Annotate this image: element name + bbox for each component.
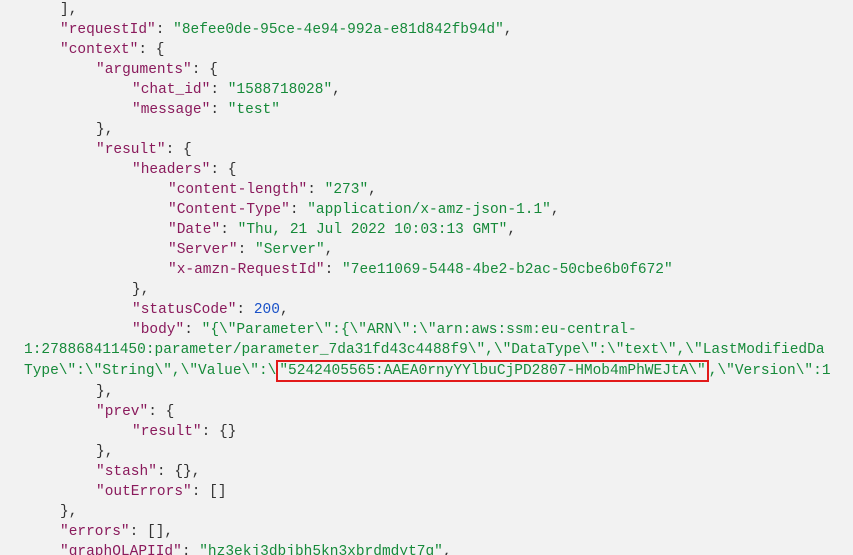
json-stash: "stash": {}, bbox=[96, 462, 853, 482]
json-arguments-close: }, bbox=[96, 120, 853, 140]
json-xamzn-requestid: "x-amzn-RequestId": "7ee11069-5448-4be2-… bbox=[168, 260, 853, 280]
json-result-open: "result": { bbox=[96, 140, 853, 160]
json-statuscode: "statusCode": 200, bbox=[132, 300, 853, 320]
json-graphqlapi: "graphQLAPIId": "hz3ekj3dbjbh5kn3xbrdmdy… bbox=[60, 542, 853, 555]
json-prev-open: "prev": { bbox=[96, 402, 853, 422]
json-requestId: "requestId": "8efee0de-95ce-4e94-992a-e8… bbox=[60, 20, 853, 40]
json-body-line2: 1:278868411450:parameter/parameter_7da31… bbox=[24, 340, 853, 360]
json-server: "Server": "Server", bbox=[168, 240, 853, 260]
json-arguments-open: "arguments": { bbox=[96, 60, 853, 80]
json-outerrors: "outErrors": [] bbox=[96, 482, 853, 502]
json-content-type: "Content-Type": "application/x-amz-json-… bbox=[168, 200, 853, 220]
json-prev-close: }, bbox=[96, 442, 853, 462]
highlighted-secret: "5242405565:AAEA0rnyYYlbuCjPD2807-HMob4m… bbox=[276, 360, 708, 382]
json-close-array: ], bbox=[60, 0, 853, 20]
json-context-open: "context": { bbox=[60, 40, 853, 60]
json-body-line1: "body": "{\"Parameter\":{\"ARN\":\"arn:a… bbox=[132, 320, 853, 340]
json-chat-id: "chat_id": "1588718028", bbox=[132, 80, 853, 100]
json-body-line3: Type\":\"String\",\"Value\":\"5242405565… bbox=[24, 360, 853, 382]
json-content-length: "content-length": "273", bbox=[168, 180, 853, 200]
json-headers-open: "headers": { bbox=[132, 160, 853, 180]
json-errors: "errors": [], bbox=[60, 522, 853, 542]
json-message: "message": "test" bbox=[132, 100, 853, 120]
json-context-close: }, bbox=[60, 502, 853, 522]
json-result-close: }, bbox=[96, 382, 853, 402]
json-prev-result: "result": {} bbox=[132, 422, 853, 442]
json-date: "Date": "Thu, 21 Jul 2022 10:03:13 GMT", bbox=[168, 220, 853, 240]
json-headers-close: }, bbox=[132, 280, 853, 300]
